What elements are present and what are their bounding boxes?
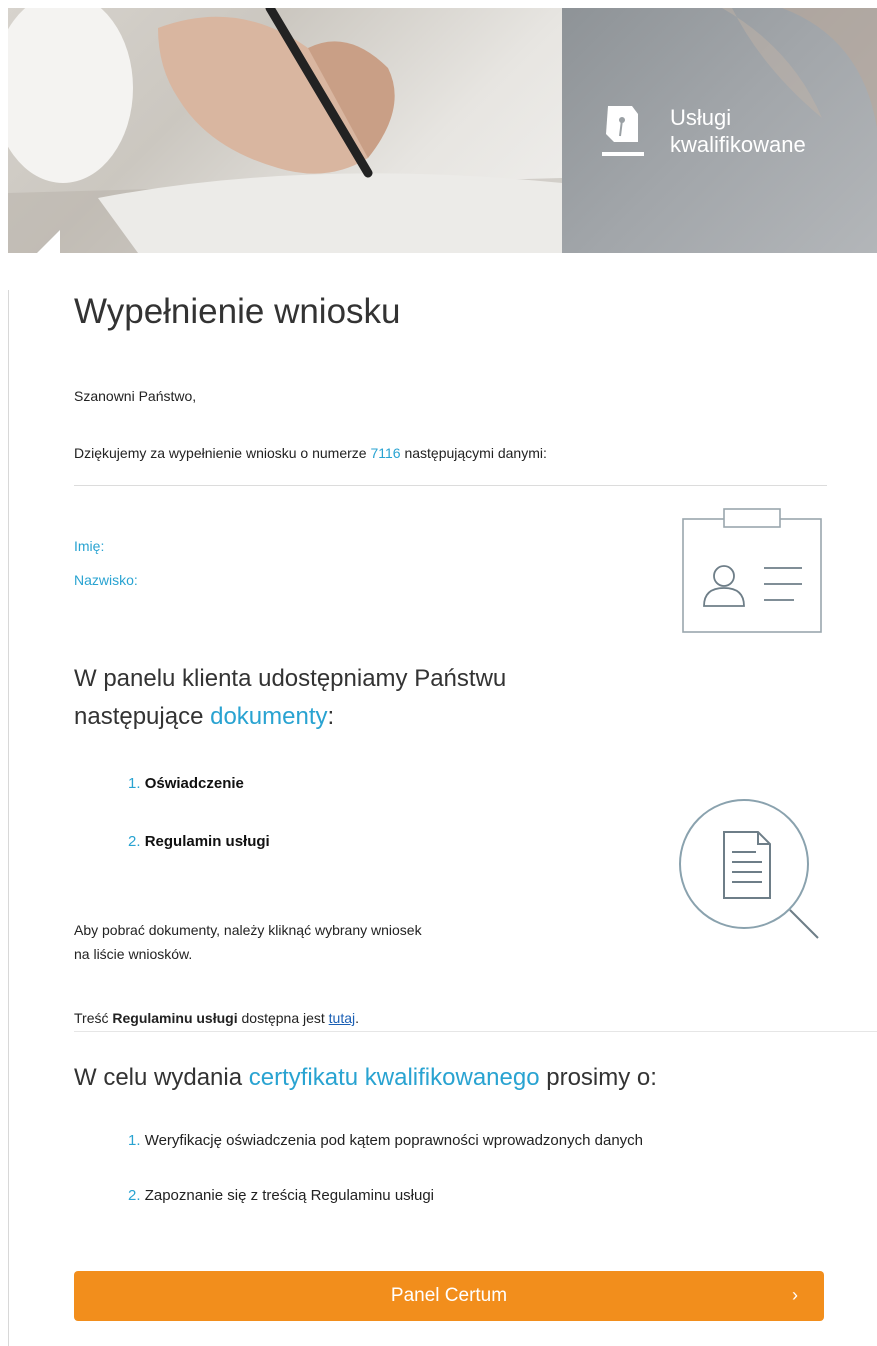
download-instructions: Aby pobrać dokumenty, należy kliknąć wyb…	[74, 922, 422, 962]
hero-photo	[8, 8, 562, 253]
greeting-text: Szanowni Państwo,	[74, 388, 197, 404]
documents-heading: W panelu klienta udostępniamy Państwu na…	[74, 665, 507, 730]
last-name-label: Nazwisko:	[74, 572, 138, 588]
writing-hand-illustration	[8, 8, 562, 253]
terms-text: Treść Regulaminu usługi dostępna jest tu…	[74, 1010, 360, 1026]
terms-link[interactable]: tutaj	[329, 1010, 355, 1026]
panel-certum-button-label: Panel Certum	[390, 1285, 508, 1306]
chevron-right-icon: ›	[792, 1285, 798, 1305]
hero-banner: Usługi kwalifikowane	[8, 8, 877, 253]
brand-line-2: kwalifikowane	[670, 132, 806, 157]
pen-nib-logo-icon	[602, 106, 644, 156]
document-search-icon	[679, 799, 819, 939]
divider	[74, 1031, 877, 1032]
panel-certum-button[interactable]: Panel Certum ›	[74, 1271, 824, 1321]
request-item-1: 1. Weryfikację oświadczenia pod kątem po…	[128, 1132, 643, 1149]
page-title: Wypełnienie wniosku	[74, 292, 401, 331]
thanks-text: Dziękujemy za wypełnienie wniosku o nume…	[74, 445, 547, 461]
divider	[74, 485, 827, 486]
document-item-1: 1. Oświadczenie	[128, 775, 244, 792]
brand-logo-text: Usługi kwalifikowane	[670, 104, 806, 158]
document-item-2: 2. Regulamin usługi	[128, 833, 270, 850]
brand-line-1: Usługi	[670, 105, 732, 130]
id-card-icon	[682, 508, 822, 633]
hero-corner-cut	[0, 230, 60, 290]
application-number: 7116	[370, 445, 401, 461]
request-item-2: 2. Zapoznanie się z treścią Regulaminu u…	[128, 1187, 435, 1204]
first-name-label: Imię:	[74, 538, 105, 554]
certificate-heading: W celu wydania certyfikatu kwalifikowane…	[74, 1064, 657, 1091]
left-border	[8, 290, 9, 1346]
